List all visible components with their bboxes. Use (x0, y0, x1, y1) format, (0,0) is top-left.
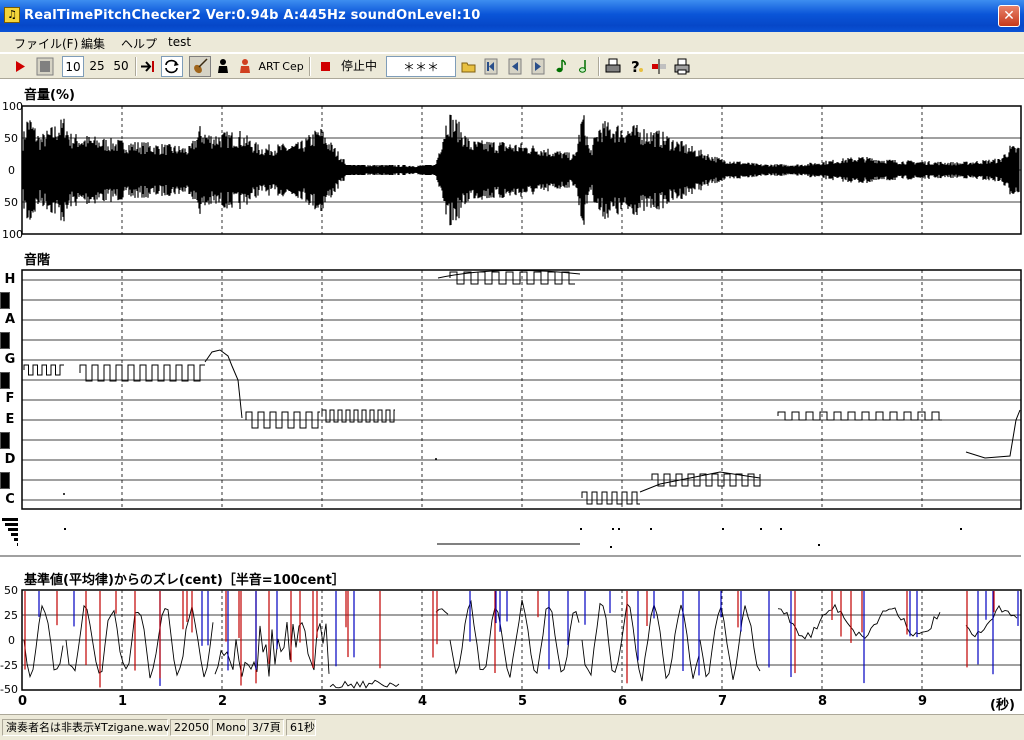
status-channels: Mono (212, 719, 246, 736)
x-tick: 9 (918, 694, 928, 709)
note-strip (64, 528, 962, 548)
status-file: 演奏者名は非表示¥Tzigane.wav (2, 719, 170, 736)
x-tick: 2 (218, 694, 228, 709)
x-tick: 7 (718, 694, 728, 709)
scale-panel (21, 269, 1022, 510)
x-tick: 3 (318, 694, 328, 709)
x-axis-unit: (秒) (990, 698, 1015, 713)
status-length: 61秒 (286, 719, 316, 736)
status-rate: 22050 (170, 719, 210, 736)
status-bar: 演奏者名は非表示¥Tzigane.wav 22050 Mono 3/7頁 61秒 (0, 714, 1024, 740)
app-window: ♫ RealTimePitchChecker2 Ver:0.94b A:445H… (0, 0, 1024, 740)
x-tick: 8 (818, 694, 828, 709)
x-tick: 0 (18, 694, 28, 709)
plot-canvas[interactable] (0, 0, 1024, 714)
x-tick: 6 (618, 694, 628, 709)
x-tick: 1 (118, 694, 128, 709)
status-page: 3/7頁 (248, 719, 284, 736)
x-tick: 5 (518, 694, 528, 709)
x-tick: 4 (418, 694, 428, 709)
